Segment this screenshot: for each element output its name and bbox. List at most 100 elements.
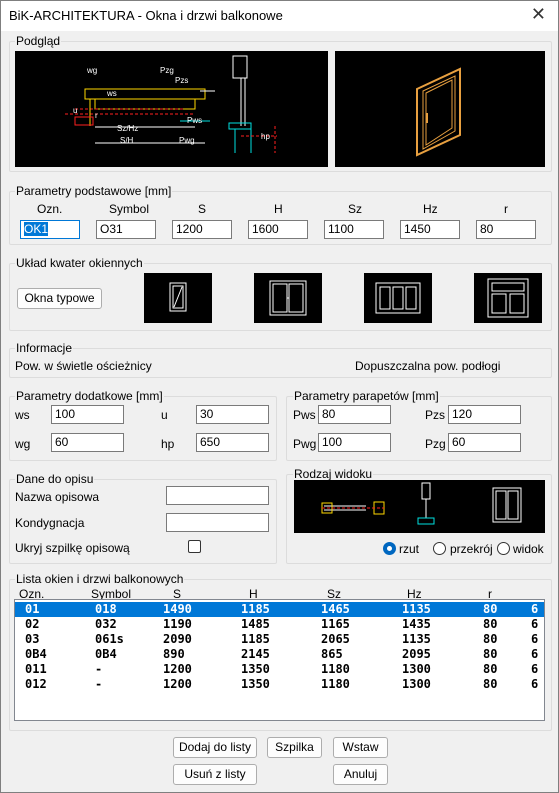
list-cell: 012	[25, 677, 47, 691]
list-cell: 6	[531, 617, 539, 631]
list-cell: 80	[483, 632, 498, 646]
pzs-input[interactable]: 120	[448, 405, 521, 424]
pws-input[interactable]: 80	[318, 405, 391, 424]
list-row[interactable]: 011 - 1200 1350 1180 1300 80 6	[15, 662, 544, 677]
dim-label: wg	[86, 66, 97, 75]
dim-label: Pwg	[179, 136, 195, 145]
insert-button[interactable]: Wstaw	[333, 737, 388, 758]
hide-pin-label: Ukryj szpilkę opisową	[15, 541, 130, 555]
name-input[interactable]	[166, 486, 269, 505]
basic-params-label: Parametry podstawowe [mm]	[15, 184, 173, 198]
list-row[interactable]: 012 - 1200 1350 1180 1300 80 6	[15, 677, 544, 692]
dim-label: r	[95, 111, 98, 120]
list-cell: 80	[483, 602, 498, 616]
list-cell: 01	[25, 602, 40, 616]
preview-group-label: Podgląd	[15, 34, 62, 48]
view-radio-przekroj[interactable]	[433, 542, 446, 555]
layout-1-icon	[169, 282, 187, 312]
list-cell: 80	[483, 662, 498, 676]
windows-list[interactable]: 01 018 1490 1185 1465 1135 80 6 02 032 1190 1485 116…	[14, 599, 545, 721]
list-cell: 1300	[402, 677, 431, 691]
list-cell: 80	[483, 617, 498, 631]
list-cell: 80	[483, 677, 498, 691]
sz-input[interactable]: 1100	[324, 220, 384, 239]
list-cell: 2095	[402, 647, 431, 661]
dim-label: Pzs	[175, 76, 188, 85]
list-row[interactable]: 0B4 0B4 890 2145 865 2095 80 6	[15, 647, 544, 662]
list-cell: 1185	[241, 602, 270, 616]
list-cell: 1165	[321, 617, 350, 631]
window-3d-svg	[416, 67, 461, 157]
info-left-text: Pow. w świetle ościeżnicy	[15, 359, 152, 373]
list-cell: 2090	[163, 632, 192, 646]
pin-button[interactable]: Szpilka	[267, 737, 322, 758]
pwg-label: Pwg	[293, 437, 317, 451]
section-drawing-svg: wg Pzg Pzs ws u r Sz/Hz S/H Pws Pwg hp	[65, 55, 277, 153]
hp-input[interactable]: 650	[196, 433, 269, 452]
cancel-button[interactable]: Anuluj	[333, 764, 388, 785]
list-cell: 1135	[402, 602, 431, 616]
remove-from-list-button[interactable]: Usuń z listy	[173, 764, 257, 785]
u-input[interactable]: 30	[196, 405, 269, 424]
list-row[interactable]: 01 018 1490 1185 1465 1135 80 6	[15, 602, 544, 617]
storey-input[interactable]	[166, 513, 269, 532]
list-cell: 0B4	[25, 647, 47, 661]
view-preview-svg	[321, 482, 522, 525]
title-bar: BiK-ARCHITEKTURA - Okna i drzwi balkonow…	[1, 1, 558, 31]
layout-option-4[interactable]	[474, 273, 542, 323]
list-cell: 011	[25, 662, 47, 676]
ws-input[interactable]: 100	[51, 405, 124, 424]
layout-3-icon	[375, 282, 421, 314]
ws-label: ws	[15, 408, 30, 422]
window-title: BiK-ARCHITEKTURA - Okna i drzwi balkonow…	[9, 8, 283, 23]
view-radio-widok[interactable]	[497, 542, 510, 555]
info-right-text: Dopuszczalna pow. podłogi	[355, 359, 501, 373]
ozn-input[interactable]: OK1	[20, 220, 80, 239]
list-row[interactable]: 03 061s 2090 1185 2065 1135 80 6	[15, 632, 544, 647]
close-icon[interactable]: ✕	[531, 4, 546, 25]
view-type-label: Rodzaj widoku	[293, 467, 374, 481]
list-cell: 1350	[241, 677, 270, 691]
layout-option-1[interactable]	[144, 273, 212, 323]
r-input[interactable]: 80	[476, 220, 536, 239]
list-cell: 6	[531, 632, 539, 646]
list-cell: 1180	[321, 677, 350, 691]
list-row[interactable]: 02 032 1190 1485 1165 1435 80 6	[15, 617, 544, 632]
layout-option-2[interactable]	[254, 273, 322, 323]
description-group-label: Dane do opisu	[15, 472, 95, 486]
list-group-label: Lista okien i drzwi balkonowych	[15, 572, 185, 586]
pzg-input[interactable]: 60	[448, 433, 521, 452]
hide-pin-checkbox[interactable]	[188, 540, 201, 553]
list-cell: 890	[163, 647, 185, 661]
layout-4-icon	[487, 278, 529, 318]
layout-2-icon	[269, 280, 307, 316]
h-input[interactable]: 1600	[248, 220, 308, 239]
list-cell: 80	[483, 647, 498, 661]
view-radio-rzut[interactable]	[383, 542, 396, 555]
hp-label: hp	[161, 437, 175, 451]
pwg-input[interactable]: 100	[318, 433, 391, 452]
list-cell: 1180	[321, 662, 350, 676]
list-cell: 1435	[402, 617, 431, 631]
basic-header: r	[504, 202, 508, 216]
s-input[interactable]: 1200	[172, 220, 232, 239]
wg-input[interactable]: 60	[51, 433, 124, 452]
hz-input[interactable]: 1450	[400, 220, 460, 239]
add-to-list-button[interactable]: Dodaj do listy	[173, 737, 257, 758]
typical-windows-button[interactable]: Okna typowe	[17, 288, 102, 309]
dim-label: hp	[261, 132, 270, 141]
layout-option-3[interactable]	[364, 273, 432, 323]
dialog-window: BiK-ARCHITEKTURA - Okna i drzwi balkonow…	[0, 0, 559, 793]
name-label: Nazwa opisowa	[15, 490, 100, 504]
list-cell: -	[95, 662, 103, 676]
list-cell: 0B4	[95, 647, 117, 661]
list-cell: 6	[531, 662, 539, 676]
view-preview	[294, 480, 545, 533]
symbol-input[interactable]: O31	[96, 220, 156, 239]
list-cell: 1185	[241, 632, 270, 646]
layout-group-label: Układ kwater okiennych	[15, 256, 144, 270]
list-cell: 1465	[321, 602, 350, 616]
basic-header: Ozn.	[37, 202, 63, 216]
list-cell: 2065	[321, 632, 350, 646]
basic-header: Symbol	[109, 202, 150, 216]
